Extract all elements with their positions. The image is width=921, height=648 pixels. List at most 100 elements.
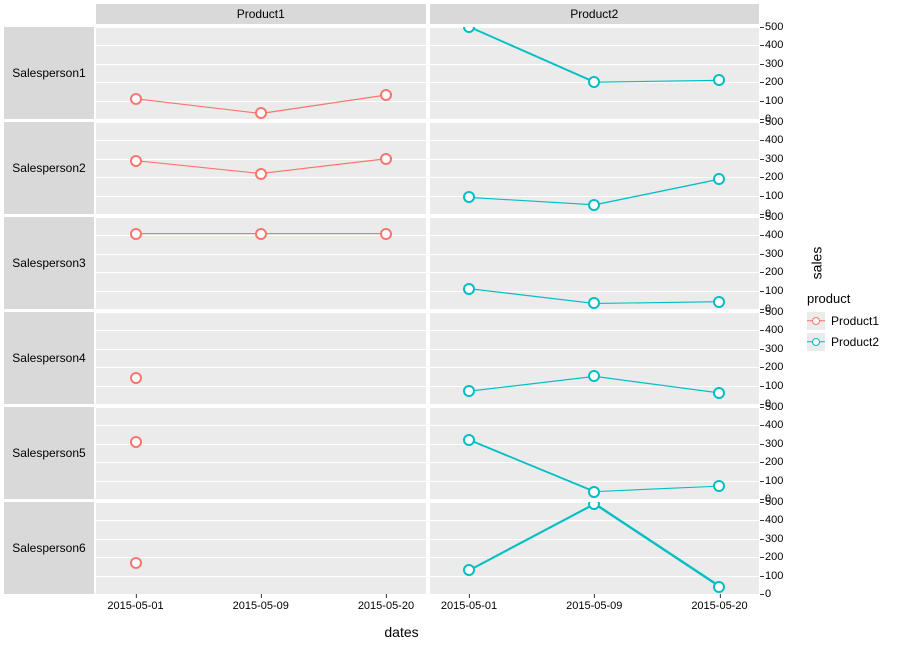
y-axis-label: sales <box>809 247 825 280</box>
y-tick: 0 <box>765 588 771 600</box>
data-point <box>463 283 475 295</box>
y-tick: 300 <box>765 533 783 545</box>
y-tick: 400 <box>765 229 783 241</box>
data-point <box>463 564 475 576</box>
x-tick: 2015-05-01 <box>107 600 163 612</box>
data-point <box>588 76 600 88</box>
x-axis: 2015-05-01 2015-05-09 2015-05-20 <box>430 594 760 622</box>
y-tick: 300 <box>765 58 783 70</box>
y-tick: 500 <box>765 401 783 413</box>
panel-5-Product2 <box>430 502 760 594</box>
data-point <box>255 107 267 119</box>
data-point <box>588 297 600 309</box>
y-tick: 400 <box>765 514 783 526</box>
legend-key-icon <box>807 312 825 330</box>
y-tick: 500 <box>765 21 783 33</box>
y-axis: 0100200300400500 <box>761 407 799 499</box>
y-tick: 300 <box>765 438 783 450</box>
y-tick: 100 <box>765 380 783 392</box>
data-point <box>713 296 725 308</box>
data-point <box>130 372 142 384</box>
y-tick: 400 <box>765 134 783 146</box>
panel-4-Product1 <box>96 407 426 499</box>
legend-title: product <box>807 291 917 306</box>
data-point <box>130 155 142 167</box>
y-tick: 500 <box>765 116 783 128</box>
panel-0-Product2 <box>430 27 760 119</box>
y-tick: 200 <box>765 76 783 88</box>
col-header-1: Product2 <box>430 4 760 24</box>
data-point <box>713 480 725 492</box>
y-tick: 400 <box>765 324 783 336</box>
row-header-1: Salesperson2 <box>4 122 94 214</box>
y-tick: 400 <box>765 39 783 51</box>
y-axis: 0100200300400500 <box>761 27 799 119</box>
data-point <box>255 168 267 180</box>
data-point <box>130 436 142 448</box>
row-header-4: Salesperson5 <box>4 407 94 499</box>
data-point <box>588 486 600 498</box>
data-point <box>463 385 475 397</box>
y-tick: 500 <box>765 496 783 508</box>
y-tick: 200 <box>765 551 783 563</box>
legend-item-Product2: Product2 <box>807 333 917 351</box>
y-tick: 100 <box>765 475 783 487</box>
facet-chart: Product1Product2Salesperson1010020030040… <box>0 0 921 644</box>
data-point <box>130 93 142 105</box>
data-point <box>713 387 725 399</box>
x-tick: 2015-05-20 <box>358 600 414 612</box>
data-point <box>255 228 267 240</box>
panel-5-Product1 <box>96 502 426 594</box>
panel-3-Product1 <box>96 312 426 404</box>
y-tick: 100 <box>765 570 783 582</box>
y-tick: 500 <box>765 306 783 318</box>
y-tick: 300 <box>765 343 783 355</box>
legend-label: Product2 <box>831 335 879 349</box>
y-tick: 200 <box>765 171 783 183</box>
x-tick: 2015-05-09 <box>233 600 289 612</box>
data-point <box>713 74 725 86</box>
y-axis: 0100200300400500sales <box>761 217 799 309</box>
row-header-3: Salesperson4 <box>4 312 94 404</box>
data-point <box>130 557 142 569</box>
y-tick: 200 <box>765 456 783 468</box>
y-axis: 0100200300400500 <box>761 122 799 214</box>
data-point <box>380 228 392 240</box>
y-tick: 500 <box>765 211 783 223</box>
panel-4-Product2 <box>430 407 760 499</box>
legend-item-Product1: Product1 <box>807 312 917 330</box>
data-point <box>463 434 475 446</box>
row-header-5: Salesperson6 <box>4 502 94 594</box>
panel-0-Product1 <box>96 27 426 119</box>
data-point <box>588 199 600 211</box>
col-header-0: Product1 <box>96 4 426 24</box>
x-tick: 2015-05-01 <box>441 600 497 612</box>
y-tick: 200 <box>765 266 783 278</box>
panel-1-Product1 <box>96 122 426 214</box>
x-tick: 2015-05-09 <box>566 600 622 612</box>
panel-3-Product2 <box>430 312 760 404</box>
x-axis: 2015-05-01 2015-05-09 2015-05-20 <box>96 594 426 622</box>
data-point <box>130 228 142 240</box>
y-tick: 100 <box>765 95 783 107</box>
data-point <box>463 191 475 203</box>
panel-2-Product1 <box>96 217 426 309</box>
data-point <box>713 581 725 593</box>
x-axis-label: dates <box>384 624 418 640</box>
row-header-2: Salesperson3 <box>4 217 94 309</box>
panel-2-Product2 <box>430 217 760 309</box>
y-tick: 100 <box>765 190 783 202</box>
y-axis: 0100200300400500 <box>761 312 799 404</box>
panel-1-Product2 <box>430 122 760 214</box>
legend-key-icon <box>807 333 825 351</box>
legend: product Product1 Product2 <box>799 291 917 354</box>
y-tick: 300 <box>765 248 783 260</box>
y-tick: 400 <box>765 419 783 431</box>
legend-label: Product1 <box>831 314 879 328</box>
y-tick: 300 <box>765 153 783 165</box>
data-point <box>588 370 600 382</box>
x-tick: 2015-05-20 <box>691 600 747 612</box>
data-point <box>713 173 725 185</box>
y-tick: 100 <box>765 285 783 297</box>
data-point <box>380 153 392 165</box>
